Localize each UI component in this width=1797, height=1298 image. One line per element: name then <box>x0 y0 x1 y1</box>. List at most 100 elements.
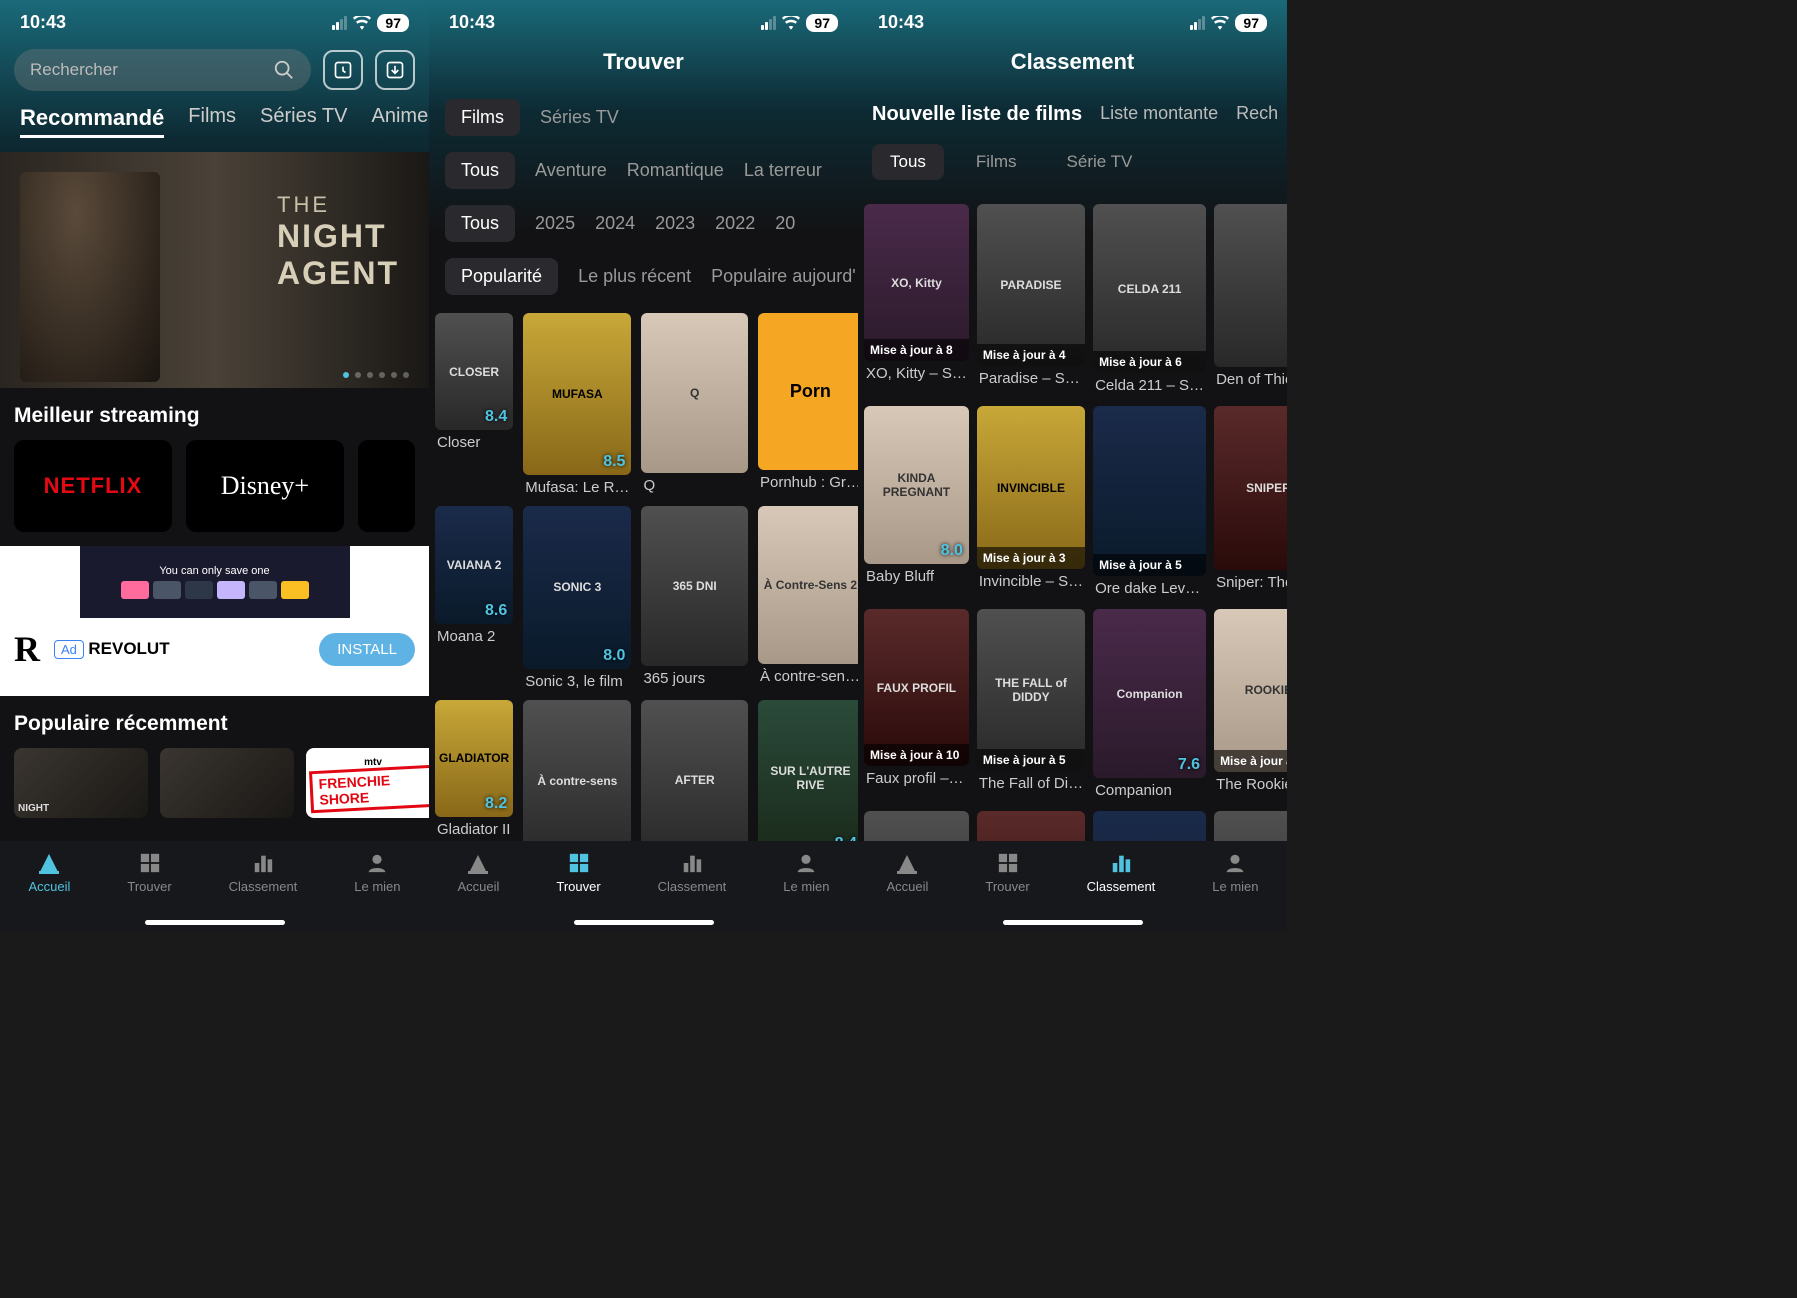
stream-apple[interactable] <box>358 440 415 532</box>
movie-item[interactable]: PornPornhub : Gr… <box>758 313 858 496</box>
filter-2021[interactable]: 20 <box>775 213 795 234</box>
ad-install-button[interactable]: INSTALL <box>319 633 415 666</box>
filter-year-tous[interactable]: Tous <box>445 205 515 242</box>
movie-poster: Companion7.6 <box>1093 609 1206 778</box>
history-button[interactable] <box>323 50 363 90</box>
movie-title: 365 jours <box>641 666 748 687</box>
filter-pop-today[interactable]: Populaire aujourd' <box>711 266 856 287</box>
rank-item[interactable]: XO, KittyMise à jour à 8XO, Kitty – S… <box>864 204 969 394</box>
ad-badge: Ad <box>54 640 84 659</box>
nav-classement[interactable]: Classement <box>1087 851 1156 894</box>
home-indicator[interactable] <box>574 920 714 925</box>
nav-trouver[interactable]: Trouver <box>985 851 1029 894</box>
status-time: 10:43 <box>878 12 924 33</box>
search-placeholder: Rechercher <box>30 60 273 80</box>
rank-item[interactable]: ROOKIEMise à jour à 5The Rookie: l… <box>1214 609 1287 799</box>
home-indicator[interactable] <box>1003 920 1143 925</box>
hero-carousel[interactable]: THE NIGHT AGENT <box>0 152 429 388</box>
filter-aventure[interactable]: Aventure <box>535 160 607 181</box>
nav-classement[interactable]: Classement <box>229 851 298 894</box>
nav-lemien[interactable]: Le mien <box>783 851 829 894</box>
tab-nouvelle[interactable]: Nouvelle liste de films <box>872 103 1082 126</box>
tab-series[interactable]: Séries TV <box>260 105 347 138</box>
status-bar: 10:43 97 <box>0 0 429 41</box>
popular-item[interactable]: NIGHT <box>14 748 148 818</box>
tab-films[interactable]: Films <box>188 105 236 138</box>
movie-item[interactable]: 365 DNI365 jours <box>641 506 748 689</box>
movie-poster: FAUX PROFILMise à jour à 10 <box>864 609 969 766</box>
movie-poster: À contre-sens <box>523 700 631 862</box>
rank-item[interactable]: PARADISEMise à jour à 4Paradise – S… <box>977 204 1085 394</box>
nav-accueil[interactable]: Accueil <box>457 851 499 894</box>
user-icon <box>365 851 389 875</box>
rank-item[interactable]: 8.4Den of Thiev… <box>1214 204 1287 394</box>
download-button[interactable] <box>375 50 415 90</box>
rank-grid: XO, KittyMise à jour à 8XO, Kitty – S…PA… <box>858 194 1287 931</box>
rank-tabs: Nouvelle liste de films Liste montante R… <box>858 91 1287 138</box>
search-input[interactable]: Rechercher <box>14 49 311 91</box>
ad-card[interactable]: You can only save one R Ad REVOLUT INSTA… <box>0 546 429 696</box>
signal-icon <box>1190 16 1205 30</box>
filter-films[interactable]: Films <box>445 99 520 136</box>
filter-2022[interactable]: 2022 <box>715 213 755 234</box>
filter-2024[interactable]: 2024 <box>595 213 635 234</box>
bars-icon <box>1109 851 1133 875</box>
filter-popularite[interactable]: Popularité <box>445 258 558 295</box>
movie-title: Companion <box>1093 778 1206 799</box>
home-indicator[interactable] <box>145 920 285 925</box>
nav-accueil[interactable]: Accueil <box>886 851 928 894</box>
movie-poster: SUR L'AUTRE RIVE8.4 <box>758 700 858 857</box>
nav-lemien[interactable]: Le mien <box>354 851 400 894</box>
movie-item[interactable]: VAIANA 28.6Moana 2 <box>435 506 513 689</box>
nav-accueil[interactable]: Accueil <box>28 851 70 894</box>
popular-item[interactable] <box>160 748 294 818</box>
page-title: Trouver <box>429 41 858 91</box>
rank-item[interactable]: KINDA PREGNANT8.0Baby Bluff <box>864 406 969 596</box>
movie-poster: VAIANA 28.6 <box>435 506 513 623</box>
filter-tous[interactable]: Tous <box>445 152 515 189</box>
filter-series[interactable]: Séries TV <box>540 107 619 128</box>
movie-item[interactable]: À Contre-Sens 2À contre-sen… <box>758 506 858 689</box>
subtab-films[interactable]: Films <box>958 144 1035 180</box>
top-tabs: Recommandé Films Séries TV Anime <box>0 99 429 152</box>
hero-image <box>20 172 160 382</box>
movie-title: Pornhub : Gr… <box>758 470 858 491</box>
nav-classement[interactable]: Classement <box>658 851 727 894</box>
tab-rech[interactable]: Rech <box>1236 103 1278 126</box>
movie-poster: 8.4 <box>1214 204 1287 367</box>
tab-montante[interactable]: Liste montante <box>1100 103 1218 126</box>
subtab-tous[interactable]: Tous <box>872 144 944 180</box>
nav-lemien[interactable]: Le mien <box>1212 851 1258 894</box>
rank-item[interactable]: SNIPERSniper: The L… <box>1214 406 1287 596</box>
tab-recommande[interactable]: Recommandé <box>20 105 164 138</box>
rank-item[interactable]: THE FALL of DIDDYMise à jour à 5The Fall… <box>977 609 1085 799</box>
subtab-serie[interactable]: Série TV <box>1049 144 1151 180</box>
stream-netflix[interactable]: NETFLIX <box>14 440 172 532</box>
filter-recent[interactable]: Le plus récent <box>578 266 691 287</box>
nav-trouver[interactable]: Trouver <box>127 851 171 894</box>
filter-2023[interactable]: 2023 <box>655 213 695 234</box>
rank-item[interactable]: FAUX PROFILMise à jour à 10Faux profil –… <box>864 609 969 799</box>
movie-item[interactable]: MUFASA8.5Mufasa: Le R… <box>523 313 631 496</box>
rank-item[interactable]: Mise à jour à 5Ore dake Lev… <box>1093 406 1206 596</box>
rank-item[interactable]: Companion7.6Companion <box>1093 609 1206 799</box>
phone-accueil: 10:43 97 Rechercher Recommandé Films Sér… <box>0 0 429 931</box>
movie-item[interactable]: CLOSER8.4Closer <box>435 313 513 496</box>
movie-item[interactable]: QQ <box>641 313 748 496</box>
stream-disney[interactable]: Disney+ <box>186 440 344 532</box>
filter-romantique[interactable]: Romantique <box>627 160 724 181</box>
bottom-nav: Accueil Trouver Classement Le mien <box>858 841 1287 931</box>
status-right: 97 <box>1190 14 1267 32</box>
ad-brand: REVOLUT <box>88 639 169 658</box>
movie-poster: SNIPER <box>1214 406 1287 569</box>
home-icon <box>37 851 61 875</box>
filter-2025[interactable]: 2025 <box>535 213 575 234</box>
popular-item[interactable]: mtv FRENCHIE SHORE <box>306 748 429 818</box>
nav-trouver[interactable]: Trouver <box>556 851 600 894</box>
update-badge: Mise à jour à 10 <box>864 744 969 766</box>
rank-item[interactable]: CELDA 211Mise à jour à 6Celda 211 – S… <box>1093 204 1206 394</box>
movie-item[interactable]: SONIC 38.0Sonic 3, le film <box>523 506 631 689</box>
filter-terreur[interactable]: La terreur <box>744 160 822 181</box>
rank-item[interactable]: INVINCIBLEMise à jour à 3Invincible – S… <box>977 406 1085 596</box>
tab-anime[interactable]: Anime <box>372 105 429 138</box>
